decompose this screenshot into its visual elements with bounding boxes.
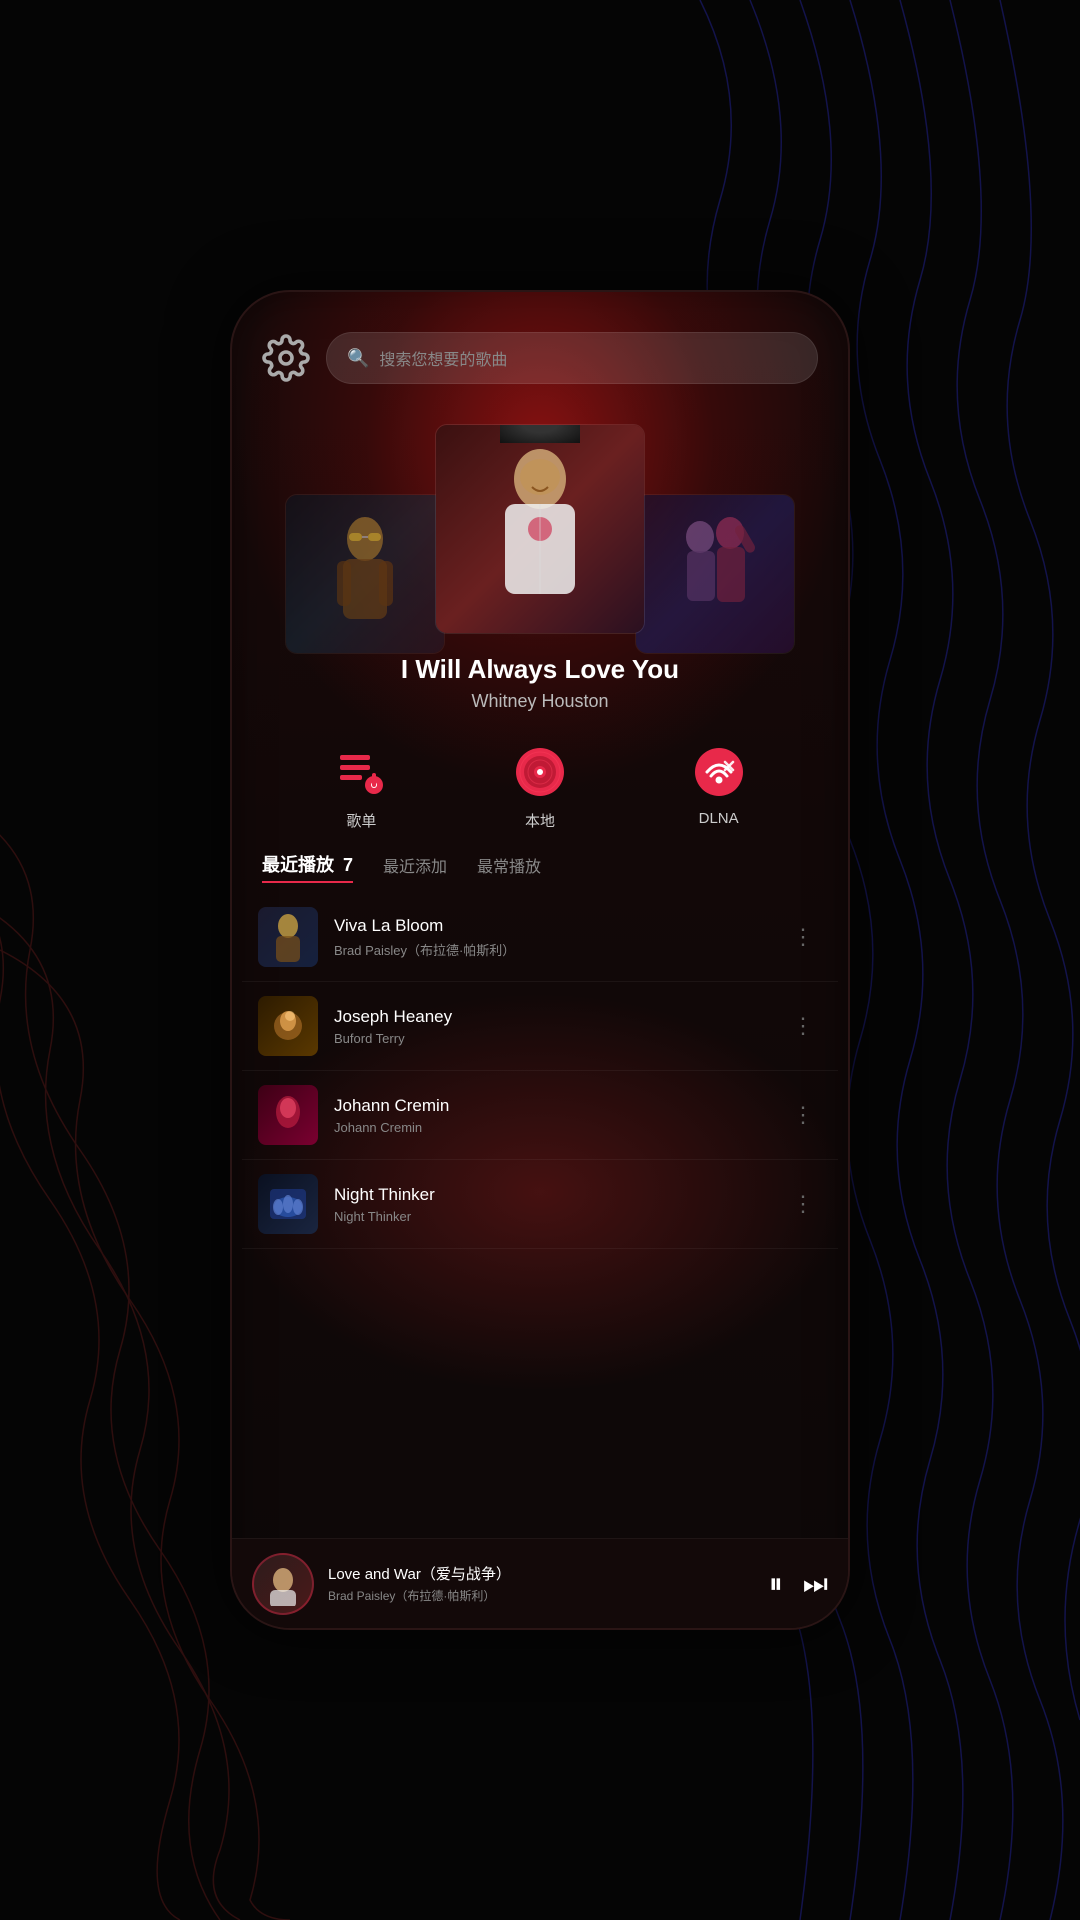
more-options-icon[interactable]: ⋮ — [784, 1005, 822, 1047]
featured-song-artist: Whitney Houston — [262, 691, 818, 712]
now-playing-thumbnail — [252, 1553, 314, 1615]
tab-recent[interactable]: 最近播放 7 — [262, 851, 353, 883]
song-row[interactable]: Viva La Bloom Brad Paisley（布拉德·帕斯利） ⋮ — [242, 893, 838, 982]
song-title: Joseph Heaney — [334, 1007, 768, 1027]
song-artist: Johann Cremin — [334, 1120, 768, 1135]
album-card-left[interactable] — [285, 494, 445, 654]
song-artist: Night Thinker — [334, 1209, 768, 1224]
song-list: Viva La Bloom Brad Paisley（布拉德·帕斯利） ⋮ — [232, 893, 848, 1538]
tab-added[interactable]: 最近添加 — [383, 853, 447, 881]
more-options-icon[interactable]: ⋮ — [784, 1183, 822, 1225]
more-options-icon[interactable]: ⋮ — [784, 916, 822, 958]
tabs: 最近播放 7 最近添加 最常播放 — [232, 841, 848, 893]
song-thumbnail — [258, 1174, 318, 1234]
nav-local-label: 本地 — [525, 810, 555, 831]
song-artist: Brad Paisley（布拉德·帕斯利） — [334, 940, 768, 959]
vinyl-record — [500, 424, 580, 443]
nav-playlist[interactable]: 歌单 — [331, 742, 391, 831]
nav-icons: 歌单 本地 — [232, 722, 848, 841]
phone-shell: 🔍 搜索您想要的歌曲 — [230, 290, 850, 1630]
song-title: Johann Cremin — [334, 1096, 768, 1116]
settings-icon[interactable] — [262, 334, 310, 382]
song-title: Viva La Bloom — [334, 916, 768, 936]
playback-controls: ⏸ ⏭ — [769, 1570, 828, 1598]
now-playing-artist: Brad Paisley（布拉德·帕斯利） — [328, 1587, 755, 1604]
album-carousel — [232, 404, 848, 634]
pause-button[interactable]: ⏸ — [769, 1570, 783, 1598]
song-row[interactable]: Night Thinker Night Thinker ⋮ — [242, 1160, 838, 1249]
song-thumbnail — [258, 1085, 318, 1145]
album-card-center[interactable] — [435, 424, 645, 634]
featured-song-title: I Will Always Love You — [262, 654, 818, 685]
song-thumbnail — [258, 907, 318, 967]
search-icon: 🔍 — [347, 348, 369, 369]
song-thumbnail — [258, 996, 318, 1056]
song-info-text: Night Thinker Night Thinker — [334, 1185, 768, 1224]
now-playing-title: Love and War（爱与战争） — [328, 1563, 755, 1584]
song-title: Night Thinker — [334, 1185, 768, 1205]
header: 🔍 搜索您想要的歌曲 — [232, 292, 848, 404]
song-info-text: Viva La Bloom Brad Paisley（布拉德·帕斯利） — [334, 916, 768, 959]
more-options-icon[interactable]: ⋮ — [784, 1094, 822, 1136]
song-artist: Buford Terry — [334, 1031, 768, 1046]
search-placeholder: 搜索您想要的歌曲 — [379, 346, 507, 370]
nav-local[interactable]: 本地 — [510, 742, 570, 831]
song-info-text: Joseph Heaney Buford Terry — [334, 1007, 768, 1046]
now-playing-bar: Love and War（爱与战争） Brad Paisley（布拉德·帕斯利）… — [232, 1538, 848, 1628]
next-button[interactable]: ⏭ — [803, 1570, 828, 1598]
song-info-text: Johann Cremin Johann Cremin — [334, 1096, 768, 1135]
nav-dlna[interactable]: DLNA — [689, 742, 749, 831]
album-card-right[interactable] — [635, 494, 795, 654]
nav-dlna-label: DLNA — [699, 810, 739, 827]
now-playing-info: Love and War（爱与战争） Brad Paisley（布拉德·帕斯利） — [328, 1563, 755, 1604]
tab-frequent[interactable]: 最常播放 — [477, 853, 541, 881]
search-bar[interactable]: 🔍 搜索您想要的歌曲 — [326, 332, 818, 384]
nav-playlist-label: 歌单 — [346, 810, 376, 831]
song-row[interactable]: Johann Cremin Johann Cremin ⋮ — [242, 1071, 838, 1160]
song-row[interactable]: Joseph Heaney Buford Terry ⋮ — [242, 982, 838, 1071]
